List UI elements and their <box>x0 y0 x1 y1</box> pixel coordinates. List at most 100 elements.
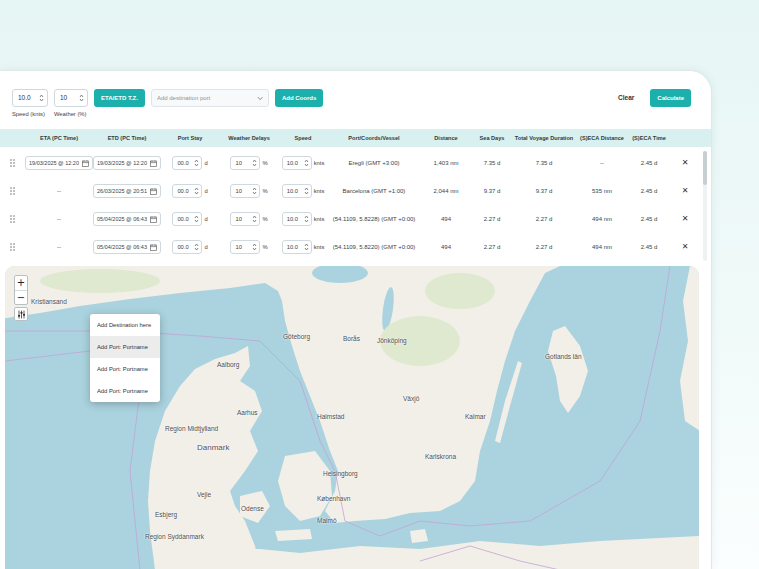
table-row[interactable]: --26/03/2025 @ 20:5100.0d10%10.0kntsBarc… <box>0 177 700 205</box>
column-header[interactable]: Port Stay <box>160 135 220 141</box>
drag-icon[interactable] <box>10 187 15 195</box>
destination-select[interactable] <box>151 89 269 107</box>
spinner-icon[interactable] <box>252 158 257 168</box>
drag-handle[interactable] <box>0 215 24 223</box>
chevron-down-icon[interactable] <box>257 96 263 101</box>
port-stay-input[interactable]: 00.0 <box>172 184 202 198</box>
table-row[interactable]: --05/04/2025 @ 06:4300.0d10%10.0knts(54.… <box>0 205 700 233</box>
drag-handle[interactable] <box>0 159 24 167</box>
etd-value: 05/04/2025 @ 06:43 <box>97 216 147 222</box>
speed-cell: 10.0knts <box>278 240 328 254</box>
drag-icon[interactable] <box>10 243 15 251</box>
spinner-icon[interactable] <box>304 186 309 196</box>
etd-field[interactable]: 26/03/2025 @ 20:51 <box>93 184 161 198</box>
spinner-icon[interactable] <box>194 242 199 252</box>
zoom-out-button[interactable]: − <box>15 290 27 304</box>
port-value[interactable]: (54.1109, 5.8228) (GMT +0:00) <box>333 216 416 223</box>
spinner-icon[interactable] <box>194 158 199 168</box>
port-stay-value: 00.0 <box>177 244 188 250</box>
add-coords-button[interactable]: Add Coords <box>275 89 323 107</box>
sliders-icon[interactable] <box>17 310 26 319</box>
weather-delay-cell: 10% <box>220 212 278 226</box>
remove-button[interactable]: ✕ <box>682 187 689 195</box>
spinner-icon[interactable] <box>252 186 257 196</box>
weather-value: 10 <box>60 93 67 103</box>
weather-delay-input[interactable]: 10 <box>230 212 260 226</box>
etd-field[interactable]: 19/03/2025 @ 12:20 <box>93 156 161 170</box>
column-header[interactable]: ETA (PC Time) <box>24 135 94 141</box>
speed-input[interactable]: 10.0 <box>282 156 312 170</box>
table-row[interactable]: --05/04/2025 @ 06:4300.0d10%10.0knts(54.… <box>0 233 700 261</box>
map[interactable]: KristiansandGöteborgBoråsJönköpingHalmst… <box>5 266 699 569</box>
drag-icon[interactable] <box>10 159 15 167</box>
context-menu-item[interactable]: Add Port: Portname <box>90 336 160 358</box>
remove-button[interactable]: ✕ <box>682 159 689 167</box>
sea-days-cell: 2.27 d <box>472 216 512 223</box>
drag-handle[interactable] <box>0 187 24 195</box>
speed-input[interactable]: 10.0 <box>282 212 312 226</box>
etd-field[interactable]: 05/04/2025 @ 06:43 <box>93 212 161 226</box>
destination-input[interactable] <box>157 94 254 103</box>
port-stay-input[interactable]: 00.0 <box>172 212 202 226</box>
speed-value: 10.0 <box>287 216 298 222</box>
weather-delay-input[interactable]: 10 <box>230 156 260 170</box>
port-value[interactable]: (54.1109, 5.8220) (GMT +0:00) <box>333 244 416 251</box>
spinner-icon[interactable] <box>252 242 257 252</box>
calendar-icon[interactable] <box>150 244 157 251</box>
eta-cell: -- <box>24 216 94 223</box>
clear-button[interactable]: Clear <box>618 89 634 107</box>
column-header[interactable]: Sea Days <box>472 135 512 141</box>
weather-delay-input[interactable]: 10 <box>230 240 260 254</box>
column-header[interactable]: Total Voyage Duration <box>512 135 576 141</box>
spinner-icon[interactable] <box>252 214 257 224</box>
scrollbar-thumb[interactable] <box>703 151 707 185</box>
column-header[interactable]: Weather Delays <box>220 135 278 141</box>
table-row[interactable]: 19/03/2025 @ 12:2019/03/2025 @ 12:20 00.0… <box>0 149 700 177</box>
speed-input[interactable]: 10.0 <box>282 184 312 198</box>
scrollbar-track[interactable] <box>703 151 707 261</box>
column-header[interactable]: Distance <box>420 135 472 141</box>
column-header[interactable]: (S)ECA Distance <box>576 135 628 141</box>
remove-button[interactable]: ✕ <box>682 243 689 251</box>
port-value[interactable]: Eregli (GMT +3:00) <box>348 160 399 167</box>
context-menu-item[interactable]: Add Port: Portname <box>90 380 160 402</box>
etd-field[interactable]: 05/04/2025 @ 06:43 <box>93 240 161 254</box>
port-stay-input[interactable]: 00.0 <box>172 156 202 170</box>
eta-field[interactable]: 19/03/2025 @ 12:20 <box>25 156 93 170</box>
map-settings-button[interactable] <box>14 307 28 321</box>
spinner-icon[interactable] <box>304 214 309 224</box>
speed-input[interactable]: 10.0 <box>12 89 48 107</box>
drag-icon[interactable] <box>10 215 15 223</box>
column-header[interactable]: Speed <box>278 135 328 141</box>
weather-input[interactable]: 10 <box>54 89 88 107</box>
column-header[interactable]: Port/Coords/Vessel <box>328 135 420 141</box>
etd-value: 26/03/2025 @ 20:51 <box>97 188 147 194</box>
zoom-in-button[interactable]: + <box>15 276 27 290</box>
speed-input[interactable]: 10.0 <box>282 240 312 254</box>
calendar-icon[interactable] <box>150 216 157 223</box>
drag-handle[interactable] <box>0 243 24 251</box>
context-menu-item[interactable]: Add Destination here <box>90 314 160 336</box>
sea-days-cell: 9.37 d <box>472 188 512 195</box>
weather-delay-input[interactable]: 10 <box>230 184 260 198</box>
calendar-icon[interactable] <box>150 188 157 195</box>
calendar-icon[interactable] <box>82 160 89 167</box>
spinner-icon[interactable] <box>304 242 309 252</box>
spinner-icon[interactable] <box>194 186 199 196</box>
remove-button[interactable]: ✕ <box>682 215 689 223</box>
scrollbar[interactable] <box>700 149 711 261</box>
port-stay-value: 00.0 <box>177 216 188 222</box>
spinner-icon[interactable] <box>39 93 44 103</box>
timezone-button[interactable]: ETA/ETD T.Z. <box>94 89 145 107</box>
spinner-icon[interactable] <box>304 158 309 168</box>
port-value[interactable]: Barcelona (GMT +1:00) <box>343 188 406 195</box>
column-header[interactable]: ETD (PC Time) <box>94 135 160 141</box>
distance-cell: 2,044 nm <box>420 188 472 195</box>
port-stay-input[interactable]: 00.0 <box>172 240 202 254</box>
column-header[interactable]: (S)ECA Time <box>628 135 670 141</box>
spinner-icon[interactable] <box>194 214 199 224</box>
context-menu-item[interactable]: Add Port: Portname <box>90 358 160 380</box>
spinner-icon[interactable] <box>79 93 84 103</box>
calendar-icon[interactable] <box>150 160 157 167</box>
calculate-button[interactable]: Calculate <box>650 89 691 107</box>
